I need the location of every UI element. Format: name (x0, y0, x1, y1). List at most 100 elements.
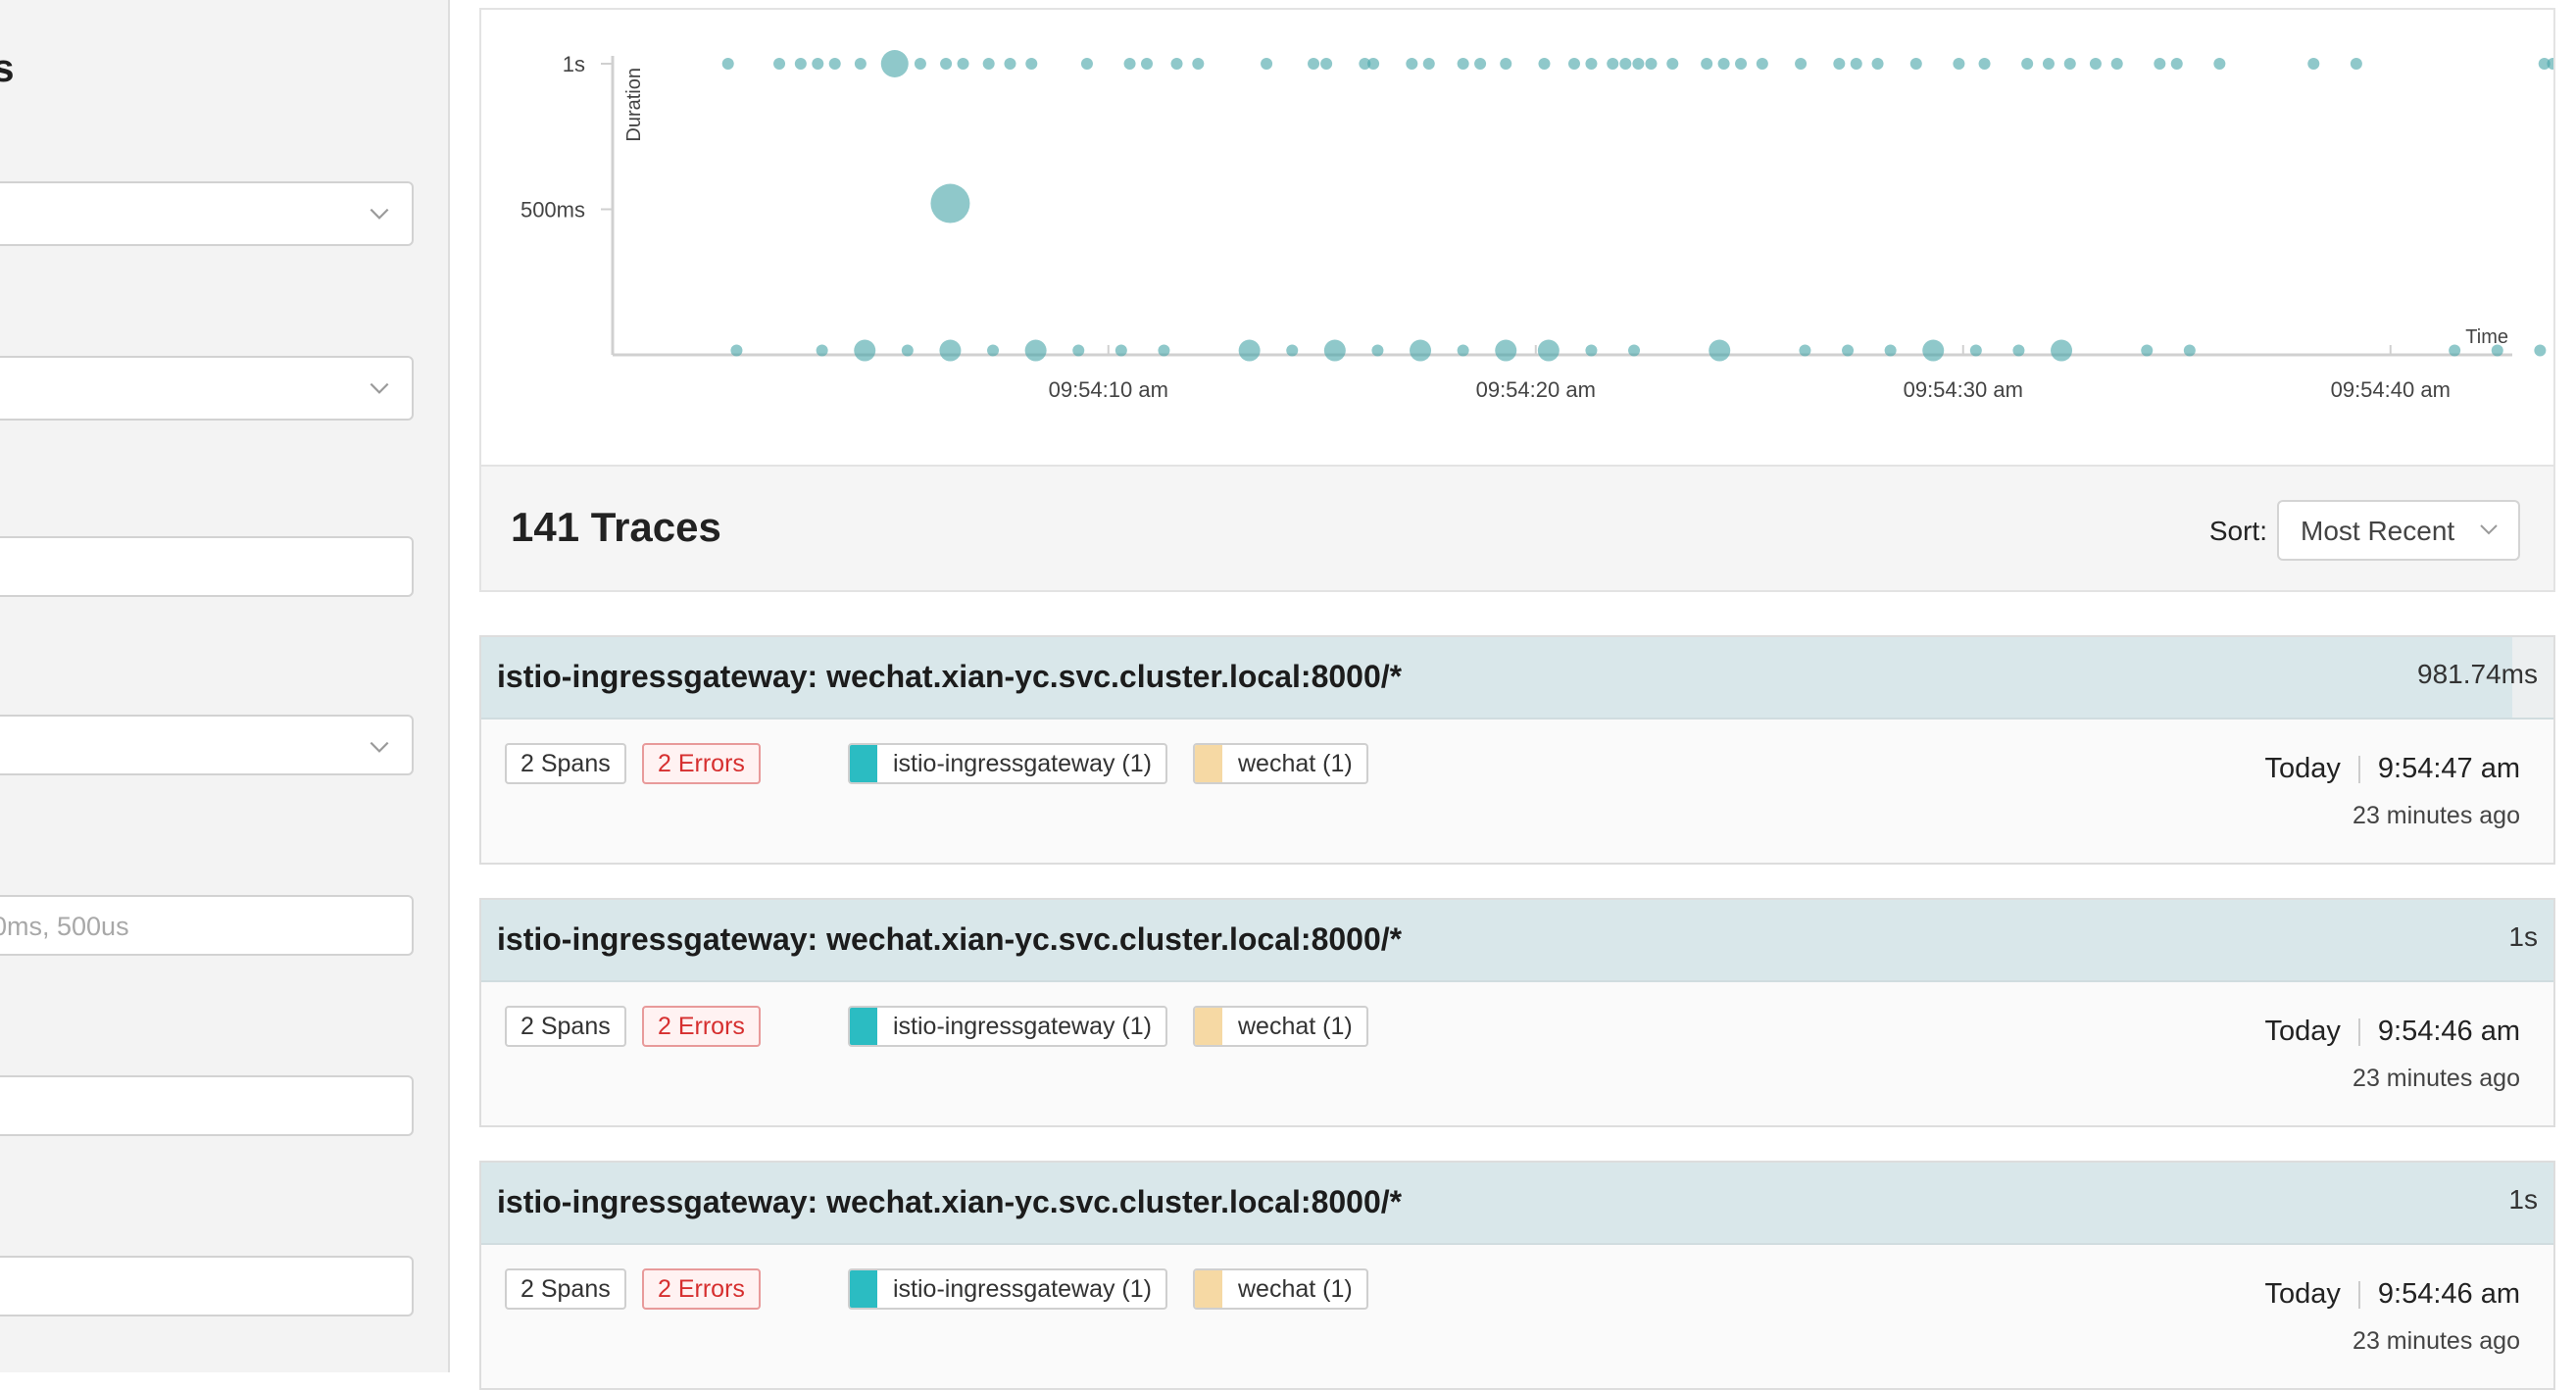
trace-point (1080, 58, 1093, 70)
trace-point (1238, 339, 1261, 362)
trace-header[interactable]: istio-ingressgateway: wechat.xian-yc.svc… (481, 900, 2553, 982)
trace-point (1701, 58, 1713, 70)
x-tick-label: 09:54:10 am (1049, 377, 1168, 402)
x-tick-label: 09:54:40 am (2331, 377, 2451, 402)
trace-point (880, 50, 909, 77)
sort-label: Sort: (2208, 516, 2267, 546)
trace-relative-time: 23 minutes ago (2353, 802, 2520, 829)
service-tag-label: wechat (1) (1238, 750, 1353, 777)
trace-point (812, 58, 824, 70)
trace-point (2491, 344, 2503, 357)
trace-point (1286, 344, 1299, 357)
trace-point (1568, 58, 1580, 70)
trace-day: Today (2264, 1278, 2341, 1310)
limit-results-input[interactable] (0, 1256, 414, 1316)
trace-point (1308, 58, 1320, 70)
trace-title[interactable]: istio-ingressgateway: wechat.xian-yc.svc… (497, 1184, 1402, 1220)
trace-point (2110, 58, 2123, 70)
trace-result-card[interactable]: istio-ingressgateway: wechat.xian-yc.svc… (479, 635, 2555, 865)
trace-point (1500, 58, 1512, 70)
trace-point (982, 58, 995, 70)
service-tag: istio-ingressgateway (1) (848, 1006, 1167, 1047)
service-color-swatch (850, 745, 877, 782)
service-color-swatch (1195, 745, 1222, 782)
trace-point (2012, 344, 2025, 357)
trace-point (1628, 344, 1641, 357)
trace-point (1585, 344, 1598, 357)
trace-point (1666, 58, 1679, 70)
trace-point (816, 344, 828, 357)
sort-select[interactable]: Most Recent (2277, 500, 2520, 561)
service-tag: wechat (1) (1193, 1006, 1368, 1047)
min-duration-input[interactable]: 0ms, 500us (0, 895, 414, 956)
trace-point (794, 58, 807, 70)
lookback-select[interactable] (0, 715, 414, 775)
trace-point (1192, 58, 1205, 70)
trace-count: 141 Traces (511, 504, 721, 550)
trace-point (1850, 58, 1862, 70)
trace-duration: 1s (2508, 1184, 2538, 1215)
trace-result-card[interactable]: istio-ingressgateway: wechat.xian-yc.svc… (479, 898, 2555, 1127)
service-select[interactable] (0, 181, 414, 246)
y-tick-label: 500ms (520, 198, 585, 223)
trace-title[interactable]: istio-ingressgateway: wechat.xian-yc.svc… (497, 659, 1402, 695)
trace-point (939, 339, 962, 362)
trace-point (2021, 58, 2034, 70)
trace-point (1323, 339, 1346, 362)
trace-point (1799, 344, 1811, 357)
max-duration-input[interactable] (0, 1075, 414, 1136)
span-count-tag: 2 Spans (505, 1006, 626, 1047)
trace-point (2183, 344, 2196, 357)
trace-header[interactable]: istio-ingressgateway: wechat.xian-yc.svc… (481, 637, 2553, 720)
trace-point (1619, 58, 1632, 70)
span-count-tag: 2 Spans (505, 1268, 626, 1310)
trace-point (2089, 58, 2102, 70)
service-tag-label: istio-ingressgateway (1) (893, 1013, 1152, 1040)
tags-input[interactable] (0, 536, 414, 597)
trace-header[interactable]: istio-ingressgateway: wechat.xian-yc.svc… (481, 1163, 2553, 1245)
trace-day: Today (2264, 1016, 2341, 1047)
operation-select[interactable] (0, 356, 414, 421)
y-tick-label: 1s (563, 52, 585, 76)
trace-point (1969, 344, 1982, 357)
trace-point (2141, 344, 2154, 357)
trace-point (854, 58, 867, 70)
sort-value: Most Recent (2301, 516, 2455, 546)
trace-point (1158, 344, 1170, 357)
trace-start-time: Today 9:54:47 am (2265, 753, 2521, 785)
trace-point (854, 339, 876, 362)
trace-point (1072, 344, 1085, 357)
min-duration-placeholder: 0ms, 500us (0, 912, 129, 941)
trace-point (1538, 58, 1551, 70)
x-tick-label: 09:54:20 am (1476, 377, 1596, 402)
trace-point (1123, 58, 1136, 70)
trace-point (1632, 58, 1645, 70)
service-tag: wechat (1) (1193, 743, 1368, 784)
trace-point (2170, 58, 2183, 70)
trace-relative-time: 23 minutes ago (2353, 1065, 2520, 1092)
error-count-tag: 2 Errors (642, 743, 761, 784)
trace-point (1320, 58, 1333, 70)
trace-title[interactable]: istio-ingressgateway: wechat.xian-yc.svc… (497, 921, 1402, 958)
service-color-swatch (850, 1008, 877, 1045)
x-axis-label: Time (2465, 326, 2508, 348)
trace-point (2154, 58, 2166, 70)
trace-start-time: Today 9:54:46 am (2265, 1278, 2521, 1311)
service-color-swatch (1195, 1270, 1222, 1308)
error-count-tag: 2 Errors (642, 1006, 761, 1047)
trace-point (2042, 58, 2055, 70)
trace-point (1884, 344, 1897, 357)
trace-point (1909, 58, 1922, 70)
trace-duration: 981.74ms (2417, 659, 2538, 689)
search-sidebar: es 0ms, 500us (0, 0, 450, 1372)
trace-result-card[interactable]: istio-ingressgateway: wechat.xian-yc.svc… (479, 1161, 2555, 1390)
service-tag-label: istio-ingressgateway (1) (893, 1275, 1152, 1303)
trace-point (2051, 339, 2073, 362)
span-count-tag: 2 Spans (505, 743, 626, 784)
trace-time: 9:54:46 am (2377, 1016, 2520, 1047)
trace-day: Today (2264, 753, 2341, 784)
trace-point (1537, 339, 1560, 362)
trace-point (940, 58, 953, 70)
trace-relative-time: 23 minutes ago (2353, 1327, 2520, 1355)
trace-time: 9:54:46 am (2377, 1278, 2520, 1310)
